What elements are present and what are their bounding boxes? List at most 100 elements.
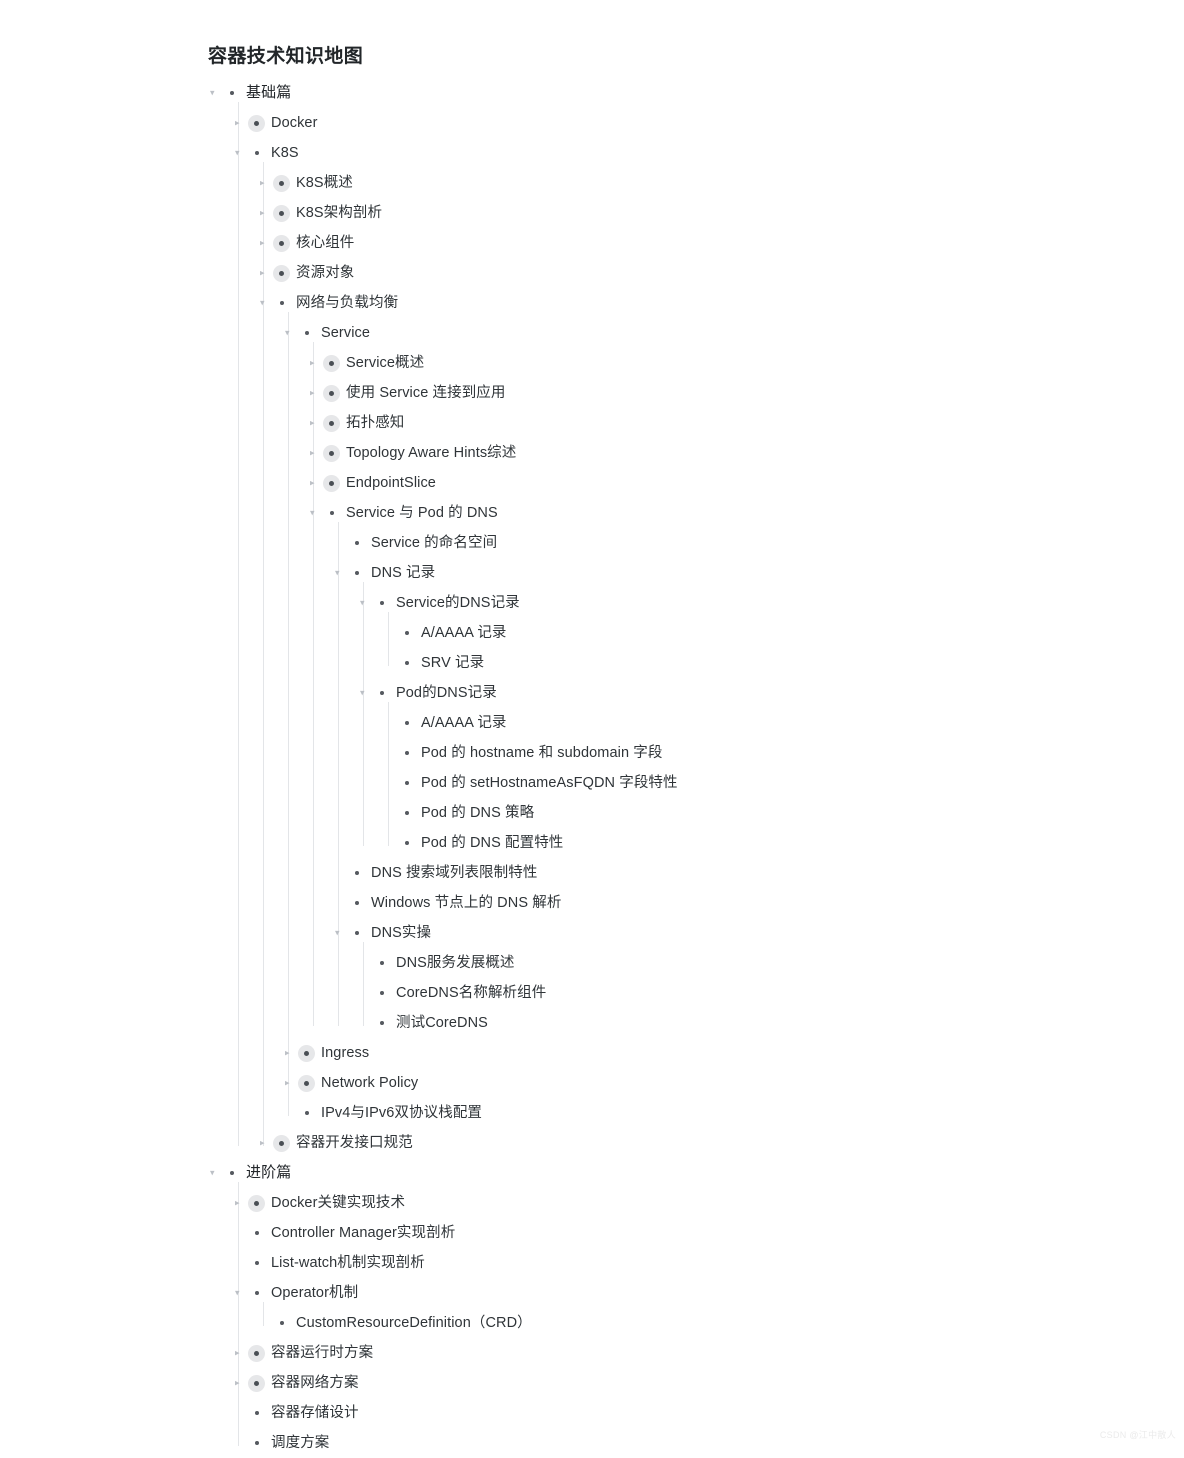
tree-row[interactable]: 测试CoreDNS: [358, 1008, 1138, 1038]
tree-row[interactable]: 资源对象: [258, 258, 1138, 288]
bullet-dot-icon: [273, 174, 290, 192]
bullet-dot-icon: [323, 384, 340, 402]
bullet-dot-icon: [298, 1044, 315, 1062]
tree-row[interactable]: 容器网络方案: [233, 1368, 1138, 1398]
tree-row[interactable]: DNS服务发展概述: [358, 948, 1138, 978]
chevron-right-icon[interactable]: [258, 1136, 272, 1150]
tree-row[interactable]: K8S架构剖析: [258, 198, 1138, 228]
tree-row[interactable]: 使用 Service 连接到应用: [308, 378, 1138, 408]
tree-row[interactable]: K8S: [233, 138, 1138, 168]
tree-row[interactable]: 容器开发接口规范: [258, 1128, 1138, 1158]
bullet-dot-icon: [398, 805, 415, 822]
tree-row[interactable]: CoreDNS名称解析组件: [358, 978, 1138, 1008]
tree-node-pod-的-dns-配置特性: Pod 的 DNS 配置特性: [383, 828, 1138, 858]
tree-node-label: Ingress: [321, 1045, 370, 1061]
chevron-down-icon[interactable]: [233, 1286, 247, 1300]
tree-node-label: SRV 记录: [421, 655, 485, 671]
tree-row[interactable]: IPv4与IPv6双协议栈配置: [283, 1098, 1138, 1128]
tree-row[interactable]: 拓扑感知: [308, 408, 1138, 438]
tree-row[interactable]: Service概述: [308, 348, 1138, 378]
chevron-right-icon[interactable]: [233, 1376, 247, 1390]
tree-row[interactable]: DNS 记录: [333, 558, 1138, 588]
toggle-placeholder-icon: [358, 1016, 372, 1030]
tree-row[interactable]: Docker关键实现技术: [233, 1188, 1138, 1218]
tree-node-label: 资源对象: [296, 265, 355, 281]
chevron-down-icon[interactable]: [208, 1166, 222, 1180]
tree-row[interactable]: EndpointSlice: [308, 468, 1138, 498]
tree-node-label: 核心组件: [296, 235, 355, 251]
tree-row[interactable]: 容器运行时方案: [233, 1338, 1138, 1368]
chevron-right-icon[interactable]: [283, 1076, 297, 1090]
chevron-down-icon[interactable]: [308, 506, 322, 520]
tree-children: DNS服务发展概述 CoreDNS名称解析组件 测试CoreDNS: [358, 942, 1138, 1038]
tree-row[interactable]: Service: [283, 318, 1138, 348]
tree-row[interactable]: 容器存储设计: [233, 1398, 1138, 1428]
chevron-right-icon[interactable]: [233, 116, 247, 130]
tree-row[interactable]: Pod 的 DNS 策略: [383, 798, 1138, 828]
tree-row[interactable]: Service 与 Pod 的 DNS: [308, 498, 1138, 528]
bullet-dot-icon: [223, 1165, 240, 1182]
tree-node-label: 容器开发接口规范: [296, 1135, 413, 1151]
chevron-down-icon[interactable]: [358, 686, 372, 700]
tree-row[interactable]: Ingress: [283, 1038, 1138, 1068]
tree-row[interactable]: A/AAAA 记录: [383, 708, 1138, 738]
tree-row[interactable]: List-watch机制实现剖析: [233, 1248, 1138, 1278]
tree-row[interactable]: A/AAAA 记录: [383, 618, 1138, 648]
tree-row[interactable]: Operator机制: [233, 1278, 1138, 1308]
tree-node-label: Pod 的 DNS 策略: [421, 805, 535, 821]
tree-row[interactable]: CustomResourceDefinition（CRD）: [258, 1308, 1138, 1338]
tree-row[interactable]: 调度方案: [233, 1428, 1138, 1458]
tree-row[interactable]: Pod的DNS记录: [358, 678, 1138, 708]
tree-node-label: CustomResourceDefinition（CRD）: [296, 1315, 532, 1331]
tree-row[interactable]: Service的DNS记录: [358, 588, 1138, 618]
tree-row[interactable]: Pod 的 DNS 配置特性: [383, 828, 1138, 858]
tree-row[interactable]: Controller Manager实现剖析: [233, 1218, 1138, 1248]
chevron-down-icon[interactable]: [333, 926, 347, 940]
chevron-right-icon[interactable]: [283, 1046, 297, 1060]
chevron-right-icon[interactable]: [258, 266, 272, 280]
chevron-down-icon[interactable]: [333, 566, 347, 580]
tree-node-label: 调度方案: [271, 1435, 330, 1451]
chevron-right-icon[interactable]: [308, 446, 322, 460]
chevron-right-icon[interactable]: [308, 416, 322, 430]
tree-row[interactable]: Docker: [233, 108, 1138, 138]
bullet-dot-icon: [273, 204, 290, 222]
tree-node-调度方案: 调度方案: [233, 1428, 1138, 1458]
chevron-down-icon[interactable]: [283, 326, 297, 340]
tree-row[interactable]: DNS实操: [333, 918, 1138, 948]
chevron-right-icon[interactable]: [233, 1346, 247, 1360]
chevron-right-icon[interactable]: [308, 386, 322, 400]
tree-row[interactable]: Topology Aware Hints综述: [308, 438, 1138, 468]
tree-node-容器运行时方案: 容器运行时方案: [233, 1338, 1138, 1368]
chevron-down-icon[interactable]: [208, 86, 222, 100]
tree-row[interactable]: Windows 节点上的 DNS 解析: [333, 888, 1138, 918]
toggle-placeholder-icon: [383, 656, 397, 670]
tree-node-ingress: Ingress: [283, 1038, 1138, 1068]
tree-node-容器网络方案: 容器网络方案: [233, 1368, 1138, 1398]
bullet-dot-icon: [273, 234, 290, 252]
tree-row[interactable]: Network Policy: [283, 1068, 1138, 1098]
chevron-right-icon[interactable]: [233, 1196, 247, 1210]
tree-row[interactable]: Pod 的 hostname 和 subdomain 字段: [383, 738, 1138, 768]
chevron-down-icon[interactable]: [358, 596, 372, 610]
tree-node-pod-的-dns-策略: Pod 的 DNS 策略: [383, 798, 1138, 828]
chevron-right-icon[interactable]: [258, 176, 272, 190]
tree-row[interactable]: 基础篇: [208, 78, 1138, 108]
tree-row[interactable]: Pod 的 setHostnameAsFQDN 字段特性: [383, 768, 1138, 798]
chevron-down-icon[interactable]: [258, 296, 272, 310]
chevron-right-icon[interactable]: [308, 476, 322, 490]
tree-row[interactable]: Service 的命名空间: [333, 528, 1138, 558]
tree-row[interactable]: DNS 搜索域列表限制特性: [333, 858, 1138, 888]
tree-row[interactable]: K8S概述: [258, 168, 1138, 198]
tree-row[interactable]: 核心组件: [258, 228, 1138, 258]
tree-node-docker: Docker: [233, 108, 1138, 138]
tree-row[interactable]: 进阶篇: [208, 1158, 1138, 1188]
chevron-right-icon[interactable]: [308, 356, 322, 370]
tree-row[interactable]: 网络与负载均衡: [258, 288, 1138, 318]
tree-row[interactable]: SRV 记录: [383, 648, 1138, 678]
chevron-right-icon[interactable]: [258, 206, 272, 220]
bullet-dot-icon: [223, 85, 240, 102]
chevron-down-icon[interactable]: [233, 146, 247, 160]
chevron-right-icon[interactable]: [258, 236, 272, 250]
tree-node-label: Service: [321, 325, 371, 341]
